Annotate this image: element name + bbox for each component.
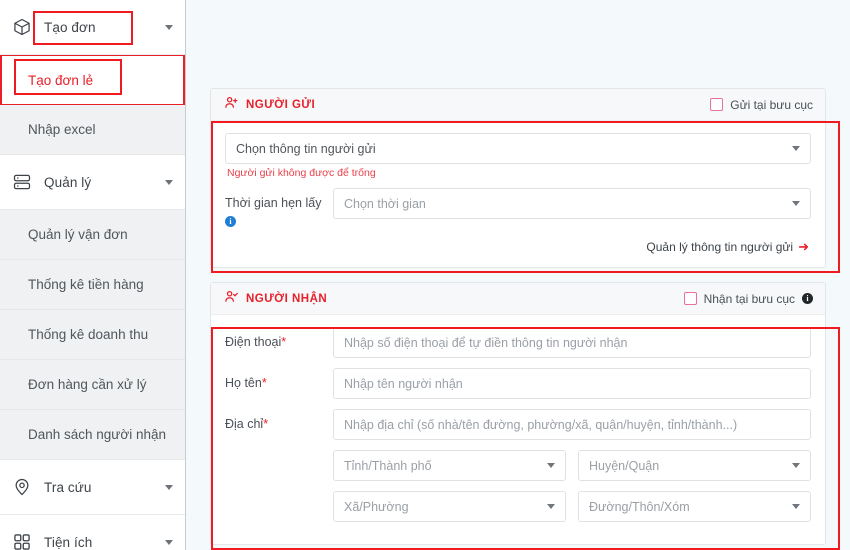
sidebar-group-label: Quản lý <box>44 174 92 190</box>
receiver-card-body: Điện thoại* Nhập số điện thoại để tự điề… <box>211 315 825 544</box>
sender-post-office-checkbox[interactable]: Gửi tại bưu cục <box>710 98 813 112</box>
sidebar-item-don-hang-can-xu-ly[interactable]: Đơn hàng cần xử lý <box>0 360 185 410</box>
receiver-card-header: NGƯỜI NHẬN Nhận tại bưu cục i <box>211 283 825 315</box>
sender-card-title: NGƯỜI GỬI <box>246 98 316 111</box>
server-list-icon <box>10 170 34 194</box>
sidebar-group-tien-ich[interactable]: Tiện ích <box>0 515 185 550</box>
street-placeholder: Đường/Thôn/Xóm <box>589 499 690 514</box>
sidebar-group-label: Tiện ích <box>44 534 93 550</box>
grid-apps-icon <box>10 530 34 550</box>
sender-card-body: Chọn thông tin người gửi Người gửi không… <box>211 121 825 267</box>
sidebar-item-quan-ly-van-don[interactable]: Quản lý vận đơn <box>0 210 185 260</box>
sender-error-message: Người gửi không được để trống <box>227 167 376 179</box>
phone-input[interactable]: Nhập số điện thoại để tự điền thông tin … <box>333 327 811 358</box>
province-select[interactable]: Tỉnh/Thành phố <box>333 450 566 481</box>
ward-select[interactable]: Xã/Phường <box>333 491 566 522</box>
chevron-down-icon[interactable] <box>792 463 800 468</box>
pickup-time-label: Thời gian hẹn lấy i <box>225 188 333 229</box>
address-placeholder: Nhập địa chỉ (số nhà/tên đường, phường/x… <box>344 417 738 432</box>
location-pin-icon <box>10 475 34 499</box>
chevron-down-icon[interactable] <box>547 504 555 509</box>
chevron-down-icon[interactable] <box>165 179 173 185</box>
sidebar-group-quan-ly[interactable]: Quản lý <box>0 155 185 210</box>
manage-sender-info-link[interactable]: Quản lý thông tin người gửi <box>646 240 793 254</box>
sidebar-item-label: Tạo đơn lẻ <box>28 72 94 88</box>
receiver-card-title: NGƯỜI NHẬN <box>246 292 328 305</box>
chevron-down-icon[interactable] <box>792 504 800 509</box>
name-row: Họ tên* Nhập tên người nhận <box>225 368 811 399</box>
box-icon <box>10 15 34 39</box>
chevron-down-icon[interactable] <box>547 463 555 468</box>
sender-card: NGƯỜI GỬI Gửi tại bưu cục Chọn thông tin… <box>210 88 826 268</box>
sender-select[interactable]: Chọn thông tin người gửi <box>225 133 811 164</box>
content-top-spacer <box>210 0 826 88</box>
address-label-text: Địa chỉ <box>225 417 264 431</box>
sidebar-group-tra-cuu[interactable]: Tra cứu <box>0 460 185 515</box>
manage-sender-link-row: Quản lý thông tin người gửi ➜ <box>225 239 811 255</box>
chevron-down-icon[interactable] <box>792 201 800 206</box>
pickup-time-row: Thời gian hẹn lấy i Chọn thời gian <box>225 188 811 229</box>
sidebar-item-danh-sach-nguoi-nhan[interactable]: Danh sách người nhận <box>0 410 185 460</box>
chevron-down-icon[interactable] <box>165 539 173 545</box>
receiver-card: NGƯỜI NHẬN Nhận tại bưu cục i Điện thoại… <box>210 282 826 545</box>
required-marker: * <box>261 376 267 390</box>
sidebar-item-nhap-excel[interactable]: Nhập excel <box>0 105 185 155</box>
sender-card-header: NGƯỜI GỬI Gửi tại bưu cục <box>211 89 825 121</box>
main-content: NGƯỜI GỬI Gửi tại bưu cục Chọn thông tin… <box>186 0 850 550</box>
sender-select-value: Chọn thông tin người gửi <box>236 141 376 156</box>
district-placeholder: Huyện/Quận <box>589 458 660 473</box>
manage-sender-link-label: Quản lý thông tin người gửi <box>646 240 794 254</box>
user-check-icon <box>224 289 239 309</box>
name-label: Họ tên* <box>225 368 333 392</box>
name-input[interactable]: Nhập tên người nhận <box>333 368 811 399</box>
address-selects-row-2: Xã/Phường Đường/Thôn/Xóm <box>333 491 811 522</box>
app-root: Tạo đơn Tạo đơn lẻ Nhập excel Quản lý Qu… <box>0 0 850 550</box>
sidebar-item-label: Nhập excel <box>28 122 96 137</box>
address-input[interactable]: Nhập địa chỉ (số nhà/tên đường, phường/x… <box>333 409 811 440</box>
checkbox-label: Gửi tại bưu cục <box>730 97 813 112</box>
street-select[interactable]: Đường/Thôn/Xóm <box>578 491 811 522</box>
address-row: Địa chỉ* Nhập địa chỉ (số nhà/tên đường,… <box>225 409 811 440</box>
sidebar-item-label: Thống kê tiền hàng <box>28 277 144 292</box>
sidebar-item-label: Đơn hàng cần xử lý <box>28 377 147 392</box>
phone-label-text: Điện thoại <box>225 335 282 349</box>
required-marker: * <box>281 335 287 349</box>
chevron-down-icon[interactable] <box>165 24 173 30</box>
checkbox-label: Nhận tại bưu cục <box>703 291 795 306</box>
pickup-time-label-text: Thời gian hẹn lấy <box>225 196 322 210</box>
sidebar-item-label: Thống kê doanh thu <box>28 327 149 342</box>
sidebar-item-thong-ke-doanh-thu[interactable]: Thống kê doanh thu <box>0 310 185 360</box>
sidebar: Tạo đơn Tạo đơn lẻ Nhập excel Quản lý Qu… <box>0 0 186 550</box>
receiver-post-office-checkbox[interactable]: Nhận tại bưu cục i <box>683 291 813 306</box>
address-label: Địa chỉ* <box>225 409 333 433</box>
sidebar-group-label: Tra cứu <box>44 479 92 495</box>
phone-row: Điện thoại* Nhập số điện thoại để tự điề… <box>225 327 811 358</box>
checkbox-box[interactable] <box>710 98 724 111</box>
name-placeholder: Nhập tên người nhận <box>344 376 463 391</box>
sidebar-group-tao-don[interactable]: Tạo đơn <box>0 0 185 55</box>
sidebar-group-label: Tạo đơn <box>44 19 96 35</box>
sidebar-item-thong-ke-tien-hang[interactable]: Thống kê tiền hàng <box>0 260 185 310</box>
district-select[interactable]: Huyện/Quận <box>578 450 811 481</box>
sidebar-item-label: Danh sách người nhận <box>28 427 166 442</box>
user-add-icon <box>224 95 239 115</box>
phone-label: Điện thoại* <box>225 327 333 351</box>
info-icon[interactable]: i <box>225 216 236 227</box>
info-icon[interactable]: i <box>802 293 813 304</box>
checkbox-box[interactable] <box>683 292 697 305</box>
phone-placeholder: Nhập số điện thoại để tự điền thông tin … <box>344 335 628 350</box>
ward-placeholder: Xã/Phường <box>344 499 409 514</box>
province-placeholder: Tỉnh/Thành phố <box>344 458 432 473</box>
sidebar-item-tao-don-le[interactable]: Tạo đơn lẻ <box>0 55 185 105</box>
name-label-text: Họ tên <box>225 376 262 390</box>
required-marker: * <box>263 417 269 431</box>
chevron-down-icon[interactable] <box>792 146 800 151</box>
pickup-time-select[interactable]: Chọn thời gian <box>333 188 811 219</box>
pickup-time-placeholder: Chọn thời gian <box>344 196 426 211</box>
sidebar-item-label: Quản lý vận đơn <box>28 227 128 242</box>
arrow-right-icon: ➜ <box>798 239 809 254</box>
address-selects-row-1: Tỉnh/Thành phố Huyện/Quận <box>333 450 811 481</box>
chevron-down-icon[interactable] <box>165 484 173 490</box>
